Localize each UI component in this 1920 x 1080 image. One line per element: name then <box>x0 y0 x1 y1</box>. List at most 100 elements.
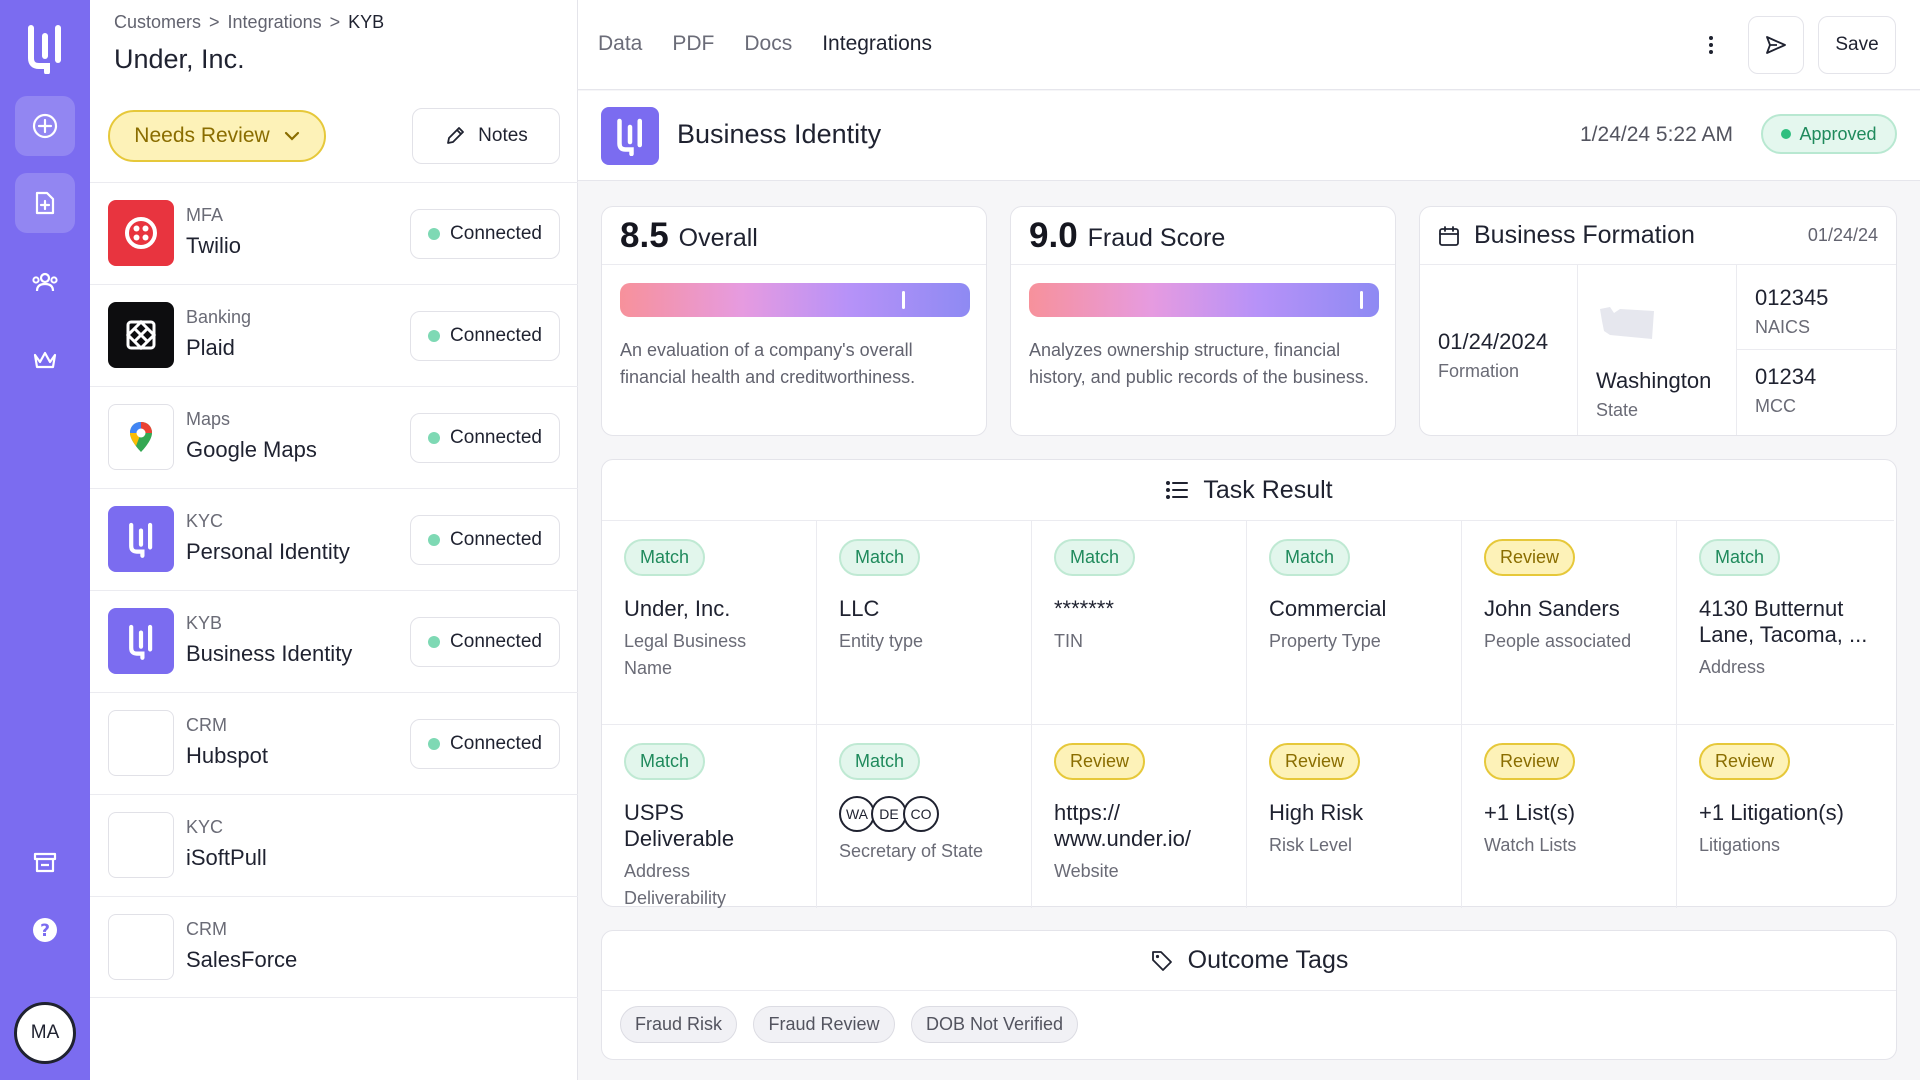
task-cell-address: Match 4130 Butternut Lane, Tacoma, ... A… <box>1677 520 1894 724</box>
integration-list: MFA Twilio Connected Banking Plaid Conne… <box>90 182 578 998</box>
tab-data[interactable]: Data <box>598 32 642 56</box>
tab-docs[interactable]: Docs <box>744 32 792 56</box>
integration-name: SalesForce <box>186 947 298 972</box>
task-cell-secretary-of-state: Match WA DE CO Secretary of State <box>817 724 1032 908</box>
save-button[interactable]: Save <box>1818 16 1896 74</box>
business-formation-date: 01/24/24 <box>1807 225 1878 245</box>
crown-icon[interactable] <box>15 330 75 390</box>
user-avatar[interactable]: MA <box>14 1002 76 1064</box>
integration-row-twilio[interactable]: MFA Twilio Connected <box>90 182 578 284</box>
state-chip-wa: WA <box>839 796 875 832</box>
connected-button[interactable]: Connected <box>410 719 560 769</box>
outcome-tags-card: Outcome Tags Fraud Risk Fraud Review DOB… <box>601 930 1897 1060</box>
fraud-score-value: 9.0 <box>1029 215 1078 255</box>
list-icon <box>1166 481 1189 499</box>
tab-integrations[interactable]: Integrations <box>822 32 932 56</box>
outcome-tags-title: Outcome Tags <box>1187 946 1349 974</box>
outcome-tag[interactable]: Fraud Risk <box>620 1006 738 1043</box>
connected-label: Connected <box>450 631 542 652</box>
task-value: https:// www.under.io/ <box>1054 800 1191 851</box>
plaid-logo <box>108 302 174 368</box>
task-cell-website: Review https:// www.under.io/ Website <box>1032 724 1247 908</box>
overall-score-card: 8.5 Overall An evaluation of a company's… <box>601 206 987 436</box>
task-result-title: Task Result <box>1203 475 1333 504</box>
under-logo <box>108 506 174 572</box>
blank-logo-placeholder <box>108 710 174 776</box>
connected-button[interactable]: Connected <box>410 209 560 259</box>
review-status-dropdown[interactable]: Needs Review <box>108 110 326 162</box>
twilio-logo <box>108 200 174 266</box>
breadcrumb-customers[interactable]: Customers <box>114 12 201 33</box>
status-dot-icon <box>428 228 441 240</box>
task-cell-usps: Match USPS Deliverable Address Deliverab… <box>602 724 817 908</box>
task-value: USPS Deliverable <box>624 800 735 851</box>
integration-category: KYC <box>186 817 224 837</box>
integration-category: KYB <box>186 613 223 633</box>
mcc-value: 01234 <box>1755 364 1817 389</box>
formation-date-value: 01/24/2024 <box>1438 329 1549 354</box>
naics-cell: 012345 NAICS <box>1737 265 1897 350</box>
connected-button[interactable]: Connected <box>410 617 560 667</box>
task-cell-tin: Match ******* TIN <box>1032 520 1247 724</box>
send-button[interactable] <box>1748 16 1804 74</box>
chevron-down-icon <box>284 131 299 141</box>
match-badge: Match <box>1054 539 1136 576</box>
state-chip-co: CO <box>903 796 939 832</box>
integration-row-google-maps[interactable]: Maps Google Maps Connected <box>90 386 578 488</box>
fraud-score-description: Analyzes ownership structure, financial … <box>1029 340 1369 387</box>
integration-row-business-identity[interactable]: KYB Business Identity Connected <box>90 590 578 692</box>
naics-value: 012345 <box>1755 285 1829 310</box>
connected-button[interactable]: Connected <box>410 311 560 361</box>
review-badge: Review <box>1484 743 1576 780</box>
breadcrumb-integrations[interactable]: Integrations <box>228 12 322 33</box>
connected-label: Connected <box>450 223 542 244</box>
connected-button[interactable]: Connected <box>410 515 560 565</box>
integration-row-salesforce[interactable]: CRM SalesForce <box>90 896 578 998</box>
task-result-card: Task Result Match Under, Inc. Legal Busi… <box>601 459 1897 908</box>
washington-state-icon <box>1600 307 1654 339</box>
integration-row-plaid[interactable]: Banking Plaid Connected <box>90 284 578 386</box>
connected-button[interactable]: Connected <box>410 413 560 463</box>
overall-score-description: An evaluation of a company's overall fin… <box>620 340 916 387</box>
task-label: Website <box>1054 861 1119 881</box>
integration-category: Banking <box>186 307 252 327</box>
approved-label: Approved <box>1799 123 1877 144</box>
match-badge: Match <box>839 743 921 780</box>
notes-button[interactable]: Notes <box>412 108 560 164</box>
document-sign-icon[interactable] <box>15 173 75 233</box>
integration-name: Plaid <box>186 335 235 360</box>
task-cell-watch-lists: Review +1 List(s) Watch Lists <box>1462 724 1677 908</box>
approved-badge: Approved <box>1761 114 1897 154</box>
status-dot-icon <box>428 534 441 546</box>
company-name: Under, Inc. <box>114 44 245 74</box>
title-row: Business Identity 1/24/24 5:22 AM Approv… <box>578 91 1920 181</box>
tag-icon <box>1151 950 1172 971</box>
task-label: Legal Business Name <box>624 631 747 678</box>
outcome-tag[interactable]: DOB Not Verified <box>910 1006 1079 1043</box>
users-icon[interactable] <box>15 252 75 312</box>
tab-pdf[interactable]: PDF <box>672 32 714 56</box>
task-label: Entity type <box>839 631 924 651</box>
store-icon[interactable] <box>15 832 75 892</box>
add-icon[interactable] <box>15 96 75 156</box>
overall-score-value: 8.5 <box>620 215 669 255</box>
match-badge: Match <box>1269 539 1351 576</box>
mcc-label: MCC <box>1755 396 1796 416</box>
under-logo[interactable] <box>25 22 65 74</box>
formation-date-cell: 01/24/2024 Formation <box>1420 265 1578 435</box>
match-badge: Match <box>624 539 706 576</box>
task-value: Commercial <box>1269 596 1387 621</box>
integration-name: Business Identity <box>186 641 353 666</box>
formation-state-label: State <box>1596 400 1639 420</box>
task-value: 4130 Butternut Lane, Tacoma, ... <box>1699 596 1868 647</box>
match-badge: Match <box>624 743 706 780</box>
integration-row-isoftpull[interactable]: KYC iSoftPull <box>90 794 578 896</box>
outcome-tag[interactable]: Fraud Review <box>753 1006 895 1043</box>
review-badge: Review <box>1484 539 1576 576</box>
help-icon[interactable]: ? <box>15 900 75 960</box>
more-options-icon[interactable] <box>1696 30 1726 60</box>
integration-row-personal-identity[interactable]: KYC Personal Identity Connected <box>90 488 578 590</box>
integration-row-hubspot[interactable]: CRM Hubspot Connected <box>90 692 578 794</box>
fraud-score-header: 9.0 Fraud Score <box>1011 207 1395 265</box>
task-label: Secretary of State <box>839 841 984 861</box>
